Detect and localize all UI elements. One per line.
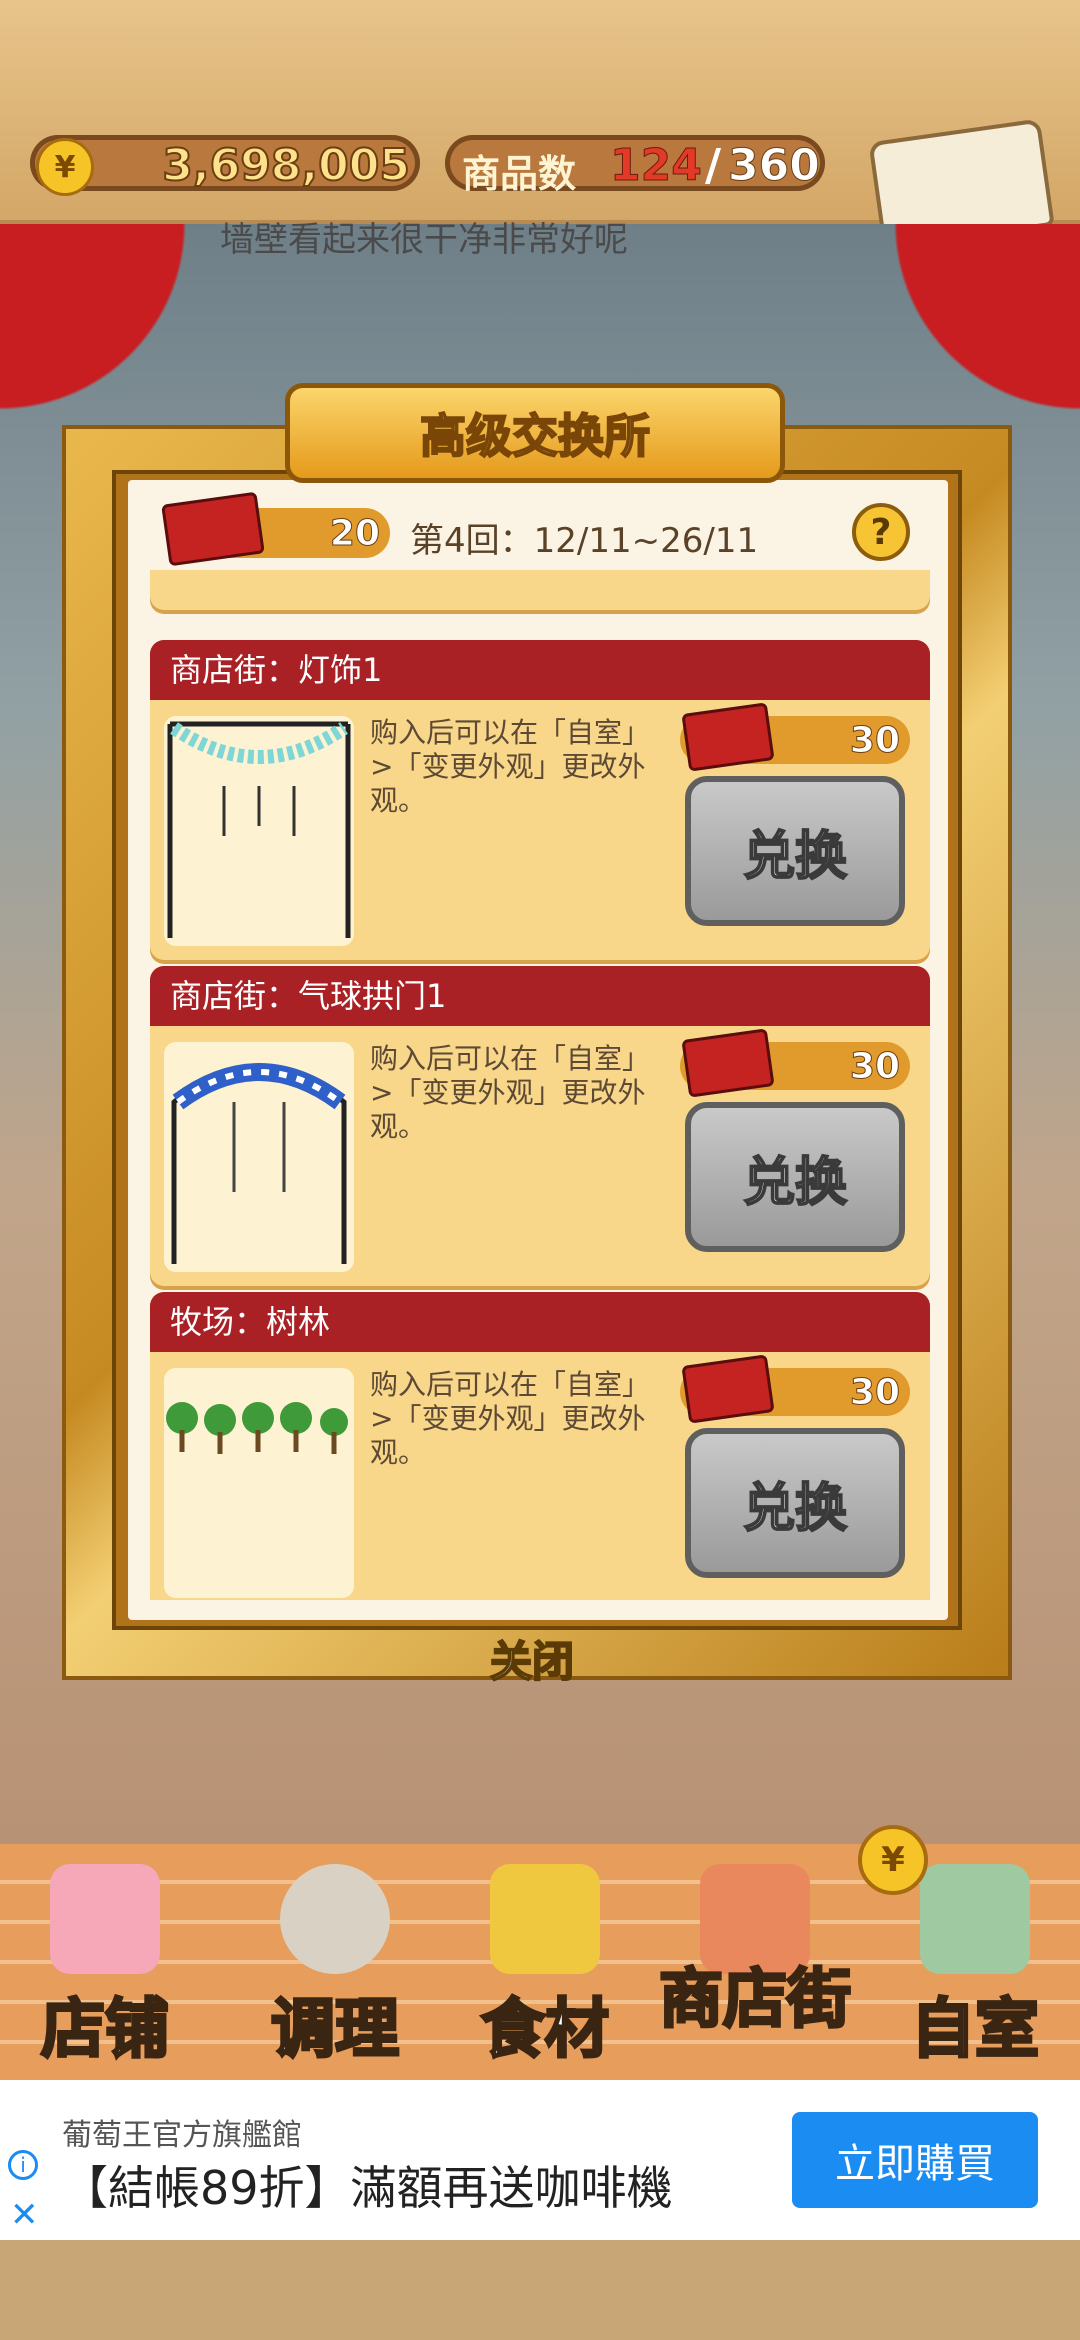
item-count-max: 360 xyxy=(728,140,821,192)
item-price-value: 30 xyxy=(849,720,900,762)
staff-door-icon xyxy=(920,1864,1030,1974)
item-description: 购入后可以在「自室」>「变更外观」更改外观。 xyxy=(370,716,651,817)
ad-headline[interactable]: 【結帳89折】滿額再送咖啡機 xyxy=(62,2152,673,2218)
exchange-button[interactable]: 兑换 xyxy=(685,1102,905,1252)
yen-badge-icon: ¥ xyxy=(858,1825,928,1895)
ticket-icon xyxy=(161,491,265,567)
nav-item-label: 食材 xyxy=(480,1992,611,2069)
nav-item-label: 店铺 xyxy=(40,1992,171,2069)
coin-amount: 3,698,005 xyxy=(161,139,411,192)
item-price-value: 30 xyxy=(849,1046,900,1088)
ticket-icon xyxy=(681,1354,775,1424)
left-curtain xyxy=(0,224,230,424)
help-icon[interactable]: ? xyxy=(852,503,910,561)
trees-preview-image xyxy=(164,1368,354,1598)
item-description: 购入后可以在「自室」>「变更外观」更改外观。 xyxy=(370,1042,651,1143)
item-name: 商店街：气球拱门1 xyxy=(150,966,930,1026)
ad-cta-button[interactable]: 立即購買 xyxy=(792,2112,1038,2208)
ad-info-icon[interactable]: i xyxy=(8,2150,38,2180)
ad-advertiser: 葡萄王官方旗艦館 xyxy=(62,2118,302,2153)
nav-item-label: 商店街 xyxy=(658,1962,853,2039)
ticket-icon xyxy=(681,1028,775,1098)
whisk-bowl-icon xyxy=(280,1864,390,1974)
item-name: 商店街：灯饰1 xyxy=(150,640,930,700)
item-count-label: 商品数 xyxy=(462,152,577,196)
ticket-icon xyxy=(681,702,775,772)
exchange-button[interactable]: 兑换 xyxy=(685,1428,905,1578)
exchange-item-card-partial xyxy=(150,570,930,610)
item-name: 牧场：树林 xyxy=(150,1292,930,1352)
cake-icon xyxy=(50,1864,160,1974)
exchange-button[interactable]: 兑换 xyxy=(685,776,905,926)
close-button[interactable]: 关闭 xyxy=(489,1628,575,1689)
item-count-current: 124 xyxy=(610,140,703,192)
ticket-count: 20 xyxy=(329,513,380,555)
yen-coin-icon: ¥ xyxy=(36,138,94,196)
right-curtain xyxy=(850,224,1080,424)
speech-ticker: 墙壁看起来很干净非常好呢 xyxy=(220,220,628,260)
exchange-item-list[interactable]: 商店街：灯饰1 购入后可以在「自室」>「变更外观」更改外观。 30 兑换 商店街… xyxy=(150,570,930,1600)
exchange-item-card: 牧场：树林 购入后可以在「自室」>「变更外观」更改外观。 30 兑换 xyxy=(150,1292,930,1600)
balloon-arch-preview-image xyxy=(164,1042,354,1272)
nav-item-label: 自室 xyxy=(910,1992,1041,2069)
exchange-period: 第4回：12/11~26/11 xyxy=(410,521,759,561)
item-count-separator: / xyxy=(705,140,722,191)
nav-item-ingredients[interactable]: 食材 xyxy=(440,1844,650,2080)
exchange-item-card: 商店街：气球拱门1 购入后可以在「自室」>「变更外观」更改外观。 30 兑换 xyxy=(150,966,930,1286)
ad-close-icon[interactable]: ✕ xyxy=(10,2195,39,2235)
nav-item-label: 调理 xyxy=(270,1992,401,2069)
nav-item-cook[interactable]: 调理 xyxy=(230,1844,440,2080)
item-description: 购入后可以在「自室」>「变更外观」更改外观。 xyxy=(370,1368,651,1469)
bottom-background xyxy=(0,2240,1080,2340)
item-price-value: 30 xyxy=(849,1372,900,1414)
nav-item-shop[interactable]: 店铺 xyxy=(0,1844,210,2080)
exchange-item-card: 商店街：灯饰1 购入后可以在「自室」>「变更外观」更改外观。 30 兑换 xyxy=(150,640,930,960)
modal-title: 高级交换所 xyxy=(285,383,785,483)
string-lights-preview-image xyxy=(164,716,354,946)
flour-sack-icon xyxy=(490,1864,600,1974)
nav-item-shopping-street[interactable]: 商店街 xyxy=(630,1844,880,2080)
